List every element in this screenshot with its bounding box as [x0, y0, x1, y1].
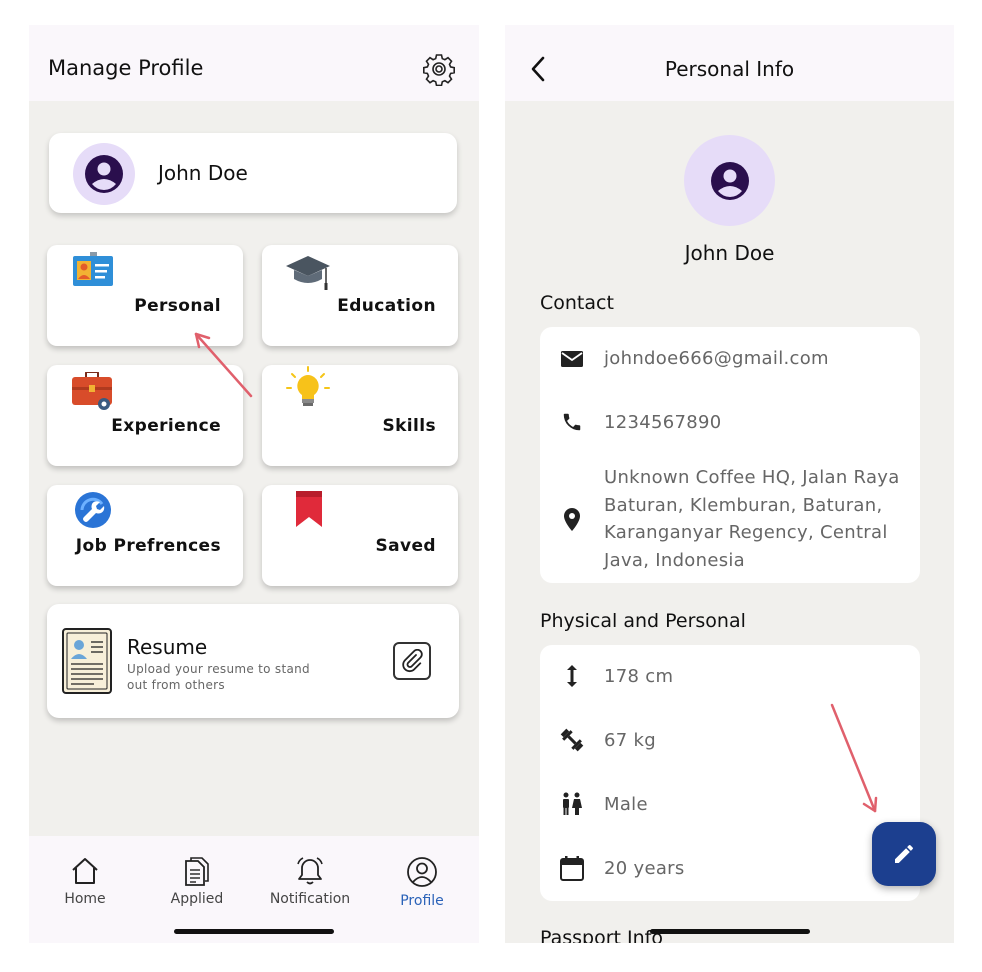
phone-value: 1234567890: [604, 412, 722, 433]
tile-skills[interactable]: Skills: [262, 365, 458, 466]
gender-value: Male: [604, 794, 648, 815]
tile-saved[interactable]: Saved: [262, 485, 458, 586]
resume-card[interactable]: Resume Upload your resume to stand out f…: [47, 604, 459, 718]
bottom-nav: Home Applied Notification Profile: [29, 836, 479, 943]
lightbulb-icon: [286, 366, 330, 406]
document-icon: [185, 857, 209, 886]
tile-label: Saved: [375, 536, 436, 556]
page-title: Personal Info: [664, 57, 795, 81]
profile-icon: [407, 857, 437, 887]
avatar: [684, 135, 775, 226]
app-header: Manage Profile: [29, 25, 479, 101]
home-indicator: [650, 929, 810, 934]
contact-section-title: Contact: [540, 292, 614, 314]
manage-profile-screen: Manage Profile John Doe Personal Educati…: [29, 25, 479, 943]
resume-document-icon: [62, 628, 112, 694]
phone-icon: [559, 409, 585, 435]
height-arrow-icon: [559, 663, 585, 689]
nav-label: Home: [64, 891, 106, 907]
bell-icon: [297, 857, 323, 885]
tile-label: Education: [337, 296, 436, 316]
gear-icon[interactable]: [422, 52, 456, 86]
pencil-icon: [895, 844, 913, 863]
avatar: [73, 143, 135, 205]
profile-name: John Doe: [158, 161, 248, 185]
email-value: johndoe666@gmail.com: [604, 348, 829, 369]
physical-card: 178 cm 67 kg Male 20 years: [540, 645, 920, 901]
passport-section-title: Passport Info: [540, 927, 663, 943]
height-value: 178 cm: [604, 666, 674, 687]
nav-label: Notification: [269, 891, 351, 907]
nav-applied[interactable]: Applied: [147, 856, 247, 907]
tile-label: Job Prefrences: [75, 536, 221, 556]
tile-label: Personal: [134, 296, 221, 316]
app-header: Personal Info: [505, 25, 954, 101]
resume-subtitle: Upload your resume to stand out from oth…: [127, 662, 310, 692]
wrench-circle-icon: [75, 492, 111, 528]
account-circle-icon: [85, 155, 123, 193]
tile-label: Experience: [111, 416, 221, 436]
people-icon: [559, 791, 585, 817]
account-circle-icon: [710, 161, 749, 200]
edit-button[interactable]: [872, 822, 936, 886]
profile-name-card[interactable]: John Doe: [49, 133, 457, 213]
dumbbell-icon: [559, 727, 585, 753]
tile-job-preferences[interactable]: Job Prefrences: [47, 485, 243, 586]
attach-resume-button[interactable]: [393, 642, 431, 680]
contact-card: johndoe666@gmail.com 1234567890 Unknown …: [540, 327, 920, 583]
personal-info-screen: Personal Info John Doe Contact johndoe66…: [505, 25, 954, 943]
tile-education[interactable]: Education: [262, 245, 458, 346]
tile-label: Skills: [382, 416, 436, 436]
nav-notification[interactable]: Notification: [260, 856, 360, 907]
nav-label: Applied: [170, 891, 224, 907]
nav-profile[interactable]: Profile: [372, 856, 472, 909]
briefcase-gear-icon: [72, 372, 112, 410]
id-card-icon: [73, 252, 113, 286]
resume-title: Resume: [127, 635, 208, 659]
nav-label: Profile: [400, 893, 444, 909]
calendar-icon: [559, 855, 585, 881]
tile-personal[interactable]: Personal: [47, 245, 243, 346]
bookmark-icon: [296, 491, 322, 527]
physical-section-title: Physical and Personal: [540, 610, 746, 632]
graduation-cap-icon: [286, 256, 330, 290]
tile-experience[interactable]: Experience: [47, 365, 243, 466]
page-title: Manage Profile: [48, 56, 204, 80]
profile-name: John Doe: [684, 241, 775, 265]
paperclip-icon: [402, 649, 423, 673]
home-icon: [72, 858, 98, 884]
weight-value: 67 kg: [604, 730, 656, 751]
nav-home[interactable]: Home: [35, 856, 135, 907]
age-value: 20 years: [604, 858, 685, 879]
mail-icon: [559, 346, 585, 372]
address-value: Unknown Coffee HQ, Jalan Raya Baturan, K…: [604, 467, 900, 571]
location-pin-icon: [559, 507, 585, 533]
home-indicator: [174, 929, 334, 934]
